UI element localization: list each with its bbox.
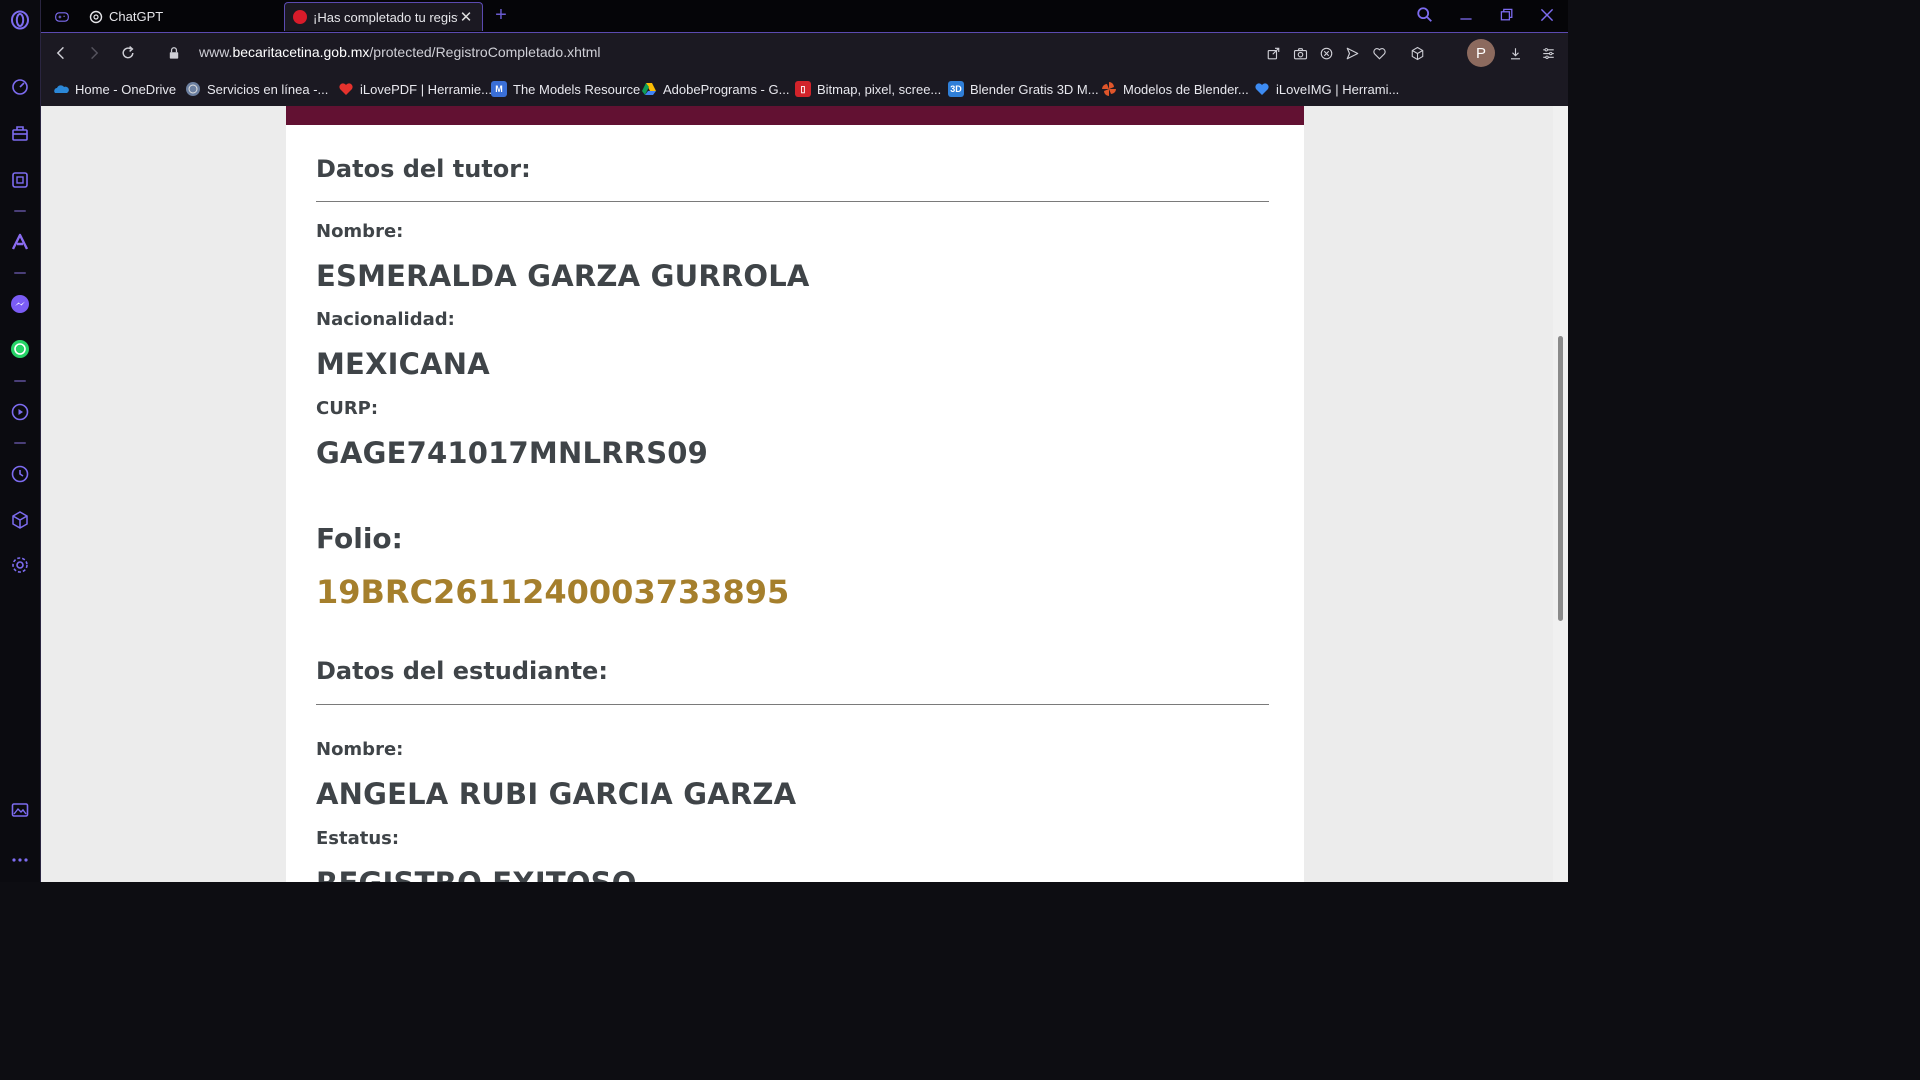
heart-icon: [338, 81, 354, 97]
3d-icon: 3D: [948, 81, 964, 97]
whatsapp-icon[interactable]: [9, 338, 31, 360]
seal-icon: [185, 81, 201, 97]
bookmark-label: iLovePDF | Herramie...: [360, 81, 492, 97]
tutor-nationality-value: MEXICANA: [316, 347, 490, 381]
site-favicon-icon: [293, 10, 307, 24]
close-window-button[interactable]: [1534, 4, 1560, 26]
gaming-tab-icon[interactable]: [47, 2, 77, 31]
easy-setup-icon[interactable]: [1538, 43, 1558, 63]
bookmark-modelos-blender[interactable]: Modelos de Blender...: [1101, 78, 1249, 100]
bookmarks-bar: Home - OneDrive Servicios en línea -... …: [41, 72, 1568, 106]
forward-button[interactable]: [83, 42, 105, 64]
web-page: Datos del tutor: Nombre: ESMERALDA GARZA…: [41, 106, 1553, 882]
ad-blocker-icon[interactable]: [1316, 43, 1336, 63]
bookmark-models-resource[interactable]: M The Models Resource: [491, 78, 640, 100]
bookmark-ilovepdf[interactable]: iLovePDF | Herramie...: [338, 78, 492, 100]
share-icon[interactable]: [1263, 43, 1283, 63]
bookmark-label: Blender Gratis 3D M...: [970, 81, 1099, 97]
folio-value: 19BRC2611240003733895: [316, 573, 790, 611]
search-icon[interactable]: [1412, 4, 1438, 26]
back-button[interactable]: [50, 42, 72, 64]
chatgpt-icon: [89, 10, 103, 24]
browser-sidebar: [0, 0, 41, 882]
url-path: /protected/RegistroCompletado.xhtml: [369, 44, 601, 60]
tab-title: ChatGPT: [109, 9, 164, 24]
tab-strip: ChatGPT ✕ ¡Has completado tu registro ✕ …: [41, 0, 1568, 32]
send-icon[interactable]: [1342, 43, 1362, 63]
student-name-label: Nombre:: [316, 739, 404, 760]
restore-button[interactable]: [1494, 4, 1520, 26]
more-icon[interactable]: [9, 849, 31, 871]
aria-icon[interactable]: [9, 231, 31, 253]
header-band: [286, 106, 1304, 125]
lock-icon[interactable]: [163, 42, 185, 64]
student-section-heading: Datos del estudiante:: [316, 657, 608, 685]
url-prefix: www.: [199, 44, 233, 60]
drive-icon: [641, 81, 657, 97]
shopping-bag-icon[interactable]: [9, 122, 31, 144]
extensions-cube-icon[interactable]: [9, 509, 31, 531]
close-tab-icon[interactable]: ✕: [458, 9, 474, 26]
extensions-icon[interactable]: [1407, 43, 1427, 63]
divider: [316, 201, 1269, 202]
tutor-name-value: ESMERALDA GARZA GURROLA: [316, 259, 810, 293]
bookmark-label: Home - OneDrive: [75, 81, 177, 97]
page-scrollbar[interactable]: [1553, 106, 1568, 882]
student-status-value: REGISTRO EXITOSO: [316, 866, 637, 882]
bookmark-bitmap[interactable]: ▯ Bitmap, pixel, scree...: [795, 78, 941, 100]
new-tab-button[interactable]: +: [490, 4, 512, 26]
download-icon[interactable]: [1505, 43, 1525, 63]
bookmark-label: Servicios en línea -...: [207, 81, 329, 97]
m-icon: M: [491, 81, 507, 97]
minimize-button[interactable]: [1453, 4, 1479, 26]
divider: [316, 704, 1269, 705]
folio-label: Folio:: [316, 522, 403, 555]
snapshot-camera-icon[interactable]: [1290, 43, 1310, 63]
pinwheel-icon: [1101, 81, 1117, 97]
speed-dial-icon[interactable]: [9, 76, 31, 98]
opera-logo-icon[interactable]: [9, 9, 31, 31]
messenger-icon[interactable]: [9, 293, 31, 315]
tutor-curp-label: CURP:: [316, 398, 379, 419]
heart-icon: [1254, 81, 1270, 97]
tutor-section-heading: Datos del tutor:: [316, 155, 531, 183]
scrollbar-thumb[interactable]: [1558, 336, 1563, 621]
tab-registro-completado[interactable]: ¡Has completado tu registro ✕: [284, 2, 483, 31]
tutor-curp-value: GAGE741017MNLRRS09: [316, 436, 709, 470]
bookmark-servicios[interactable]: Servicios en línea -...: [185, 78, 328, 100]
tab-title: ¡Has completado tu registro: [313, 9, 458, 25]
bookmark-blender-gratis[interactable]: 3D Blender Gratis 3D M...: [948, 78, 1099, 100]
student-name-value: ANGELA RUBI GARCIA GARZA: [316, 777, 797, 811]
bookmark-label: The Models Resource: [513, 81, 641, 97]
tutor-nationality-label: Nacionalidad:: [316, 309, 455, 330]
history-icon[interactable]: [9, 463, 31, 485]
doc-icon: ▯: [795, 81, 811, 97]
bookmark-label: Modelos de Blender...: [1123, 81, 1249, 97]
bookmark-heart-icon[interactable]: [1369, 43, 1389, 63]
url-domain: becaritacetina.gob.mx: [232, 44, 370, 60]
gallery-icon[interactable]: [9, 799, 31, 821]
player-icon[interactable]: [9, 401, 31, 423]
onedrive-icon: [53, 81, 69, 97]
bookmark-iloveimg[interactable]: iLoveIMG | Herrami...: [1254, 78, 1399, 100]
profile-avatar[interactable]: P: [1467, 39, 1495, 67]
bookmark-label: Bitmap, pixel, scree...: [817, 81, 942, 97]
tutor-name-label: Nombre:: [316, 221, 404, 242]
bookmark-label: AdobePrograms - G...: [663, 81, 790, 97]
aria-ai-icon[interactable]: [9, 169, 31, 191]
student-status-label: Estatus:: [316, 828, 400, 849]
bookmark-label: iLoveIMG | Herrami...: [1276, 81, 1400, 97]
registration-card: Datos del tutor: Nombre: ESMERALDA GARZA…: [286, 125, 1304, 882]
settings-gear-icon[interactable]: [9, 554, 31, 576]
reload-button[interactable]: [117, 42, 139, 64]
address-bar-row: www.becaritacetina.gob.mx/protected/Regi…: [41, 32, 1568, 72]
address-bar-url[interactable]: www.becaritacetina.gob.mx/protected/Regi…: [199, 44, 601, 60]
bookmark-adobeprograms[interactable]: AdobePrograms - G...: [641, 78, 789, 100]
bookmark-onedrive[interactable]: Home - OneDrive: [53, 78, 176, 100]
